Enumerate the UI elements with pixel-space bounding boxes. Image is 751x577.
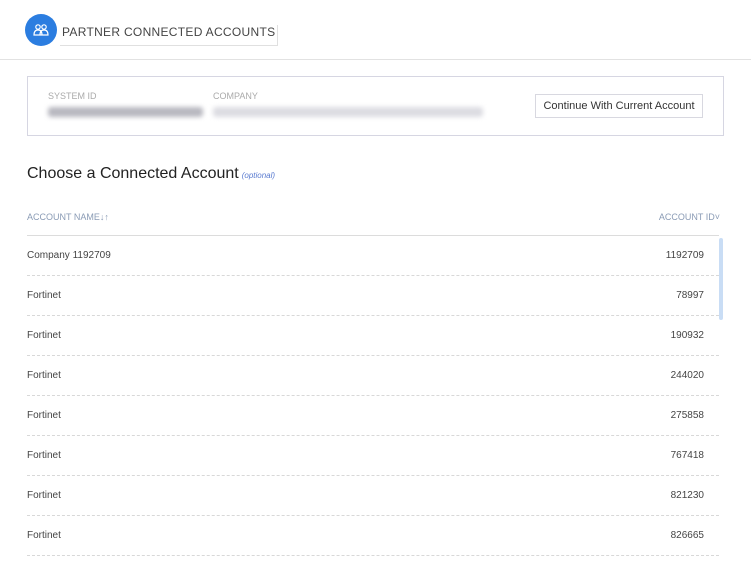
account-id: 275858 — [670, 410, 704, 421]
account-id: 190932 — [670, 330, 704, 341]
continue-current-account-button[interactable]: Continue With Current Account — [535, 94, 703, 118]
table-row[interactable]: Fortinet 821230 — [27, 476, 719, 516]
account-name: Fortinet — [27, 490, 61, 501]
table-row[interactable]: Fortinet 275858 — [27, 396, 719, 436]
table-row[interactable]: Fortinet 78997 — [27, 276, 719, 316]
company-value-redacted — [213, 107, 483, 117]
table-row[interactable]: Company 1192709 1192709 — [27, 236, 719, 276]
account-name: Company 1192709 — [27, 250, 111, 261]
account-id: 244020 — [670, 370, 704, 381]
table-row[interactable]: Fortinet 767418 — [27, 436, 719, 476]
account-name: Fortinet — [27, 290, 61, 301]
account-name: Fortinet — [27, 530, 61, 541]
optional-tag: (optional) — [241, 171, 276, 180]
table-row[interactable]: Fortinet 190932 — [27, 316, 719, 356]
table-row[interactable]: Fortinet 244020 — [27, 356, 719, 396]
people-group-icon — [25, 14, 57, 46]
current-account-card: SYSTEM ID COMPANY Continue With Current … — [27, 76, 724, 136]
system-id-label: SYSTEM ID — [48, 91, 97, 101]
company-label: COMPANY — [213, 91, 258, 101]
account-id: 821230 — [670, 490, 704, 501]
system-id-value-redacted — [48, 107, 203, 117]
account-name: Fortinet — [27, 410, 61, 421]
scrollbar-thumb[interactable] — [719, 238, 723, 320]
accounts-table: Company 1192709 1192709 Fortinet 78997 Forti… — [27, 235, 719, 556]
section-title: Choose a Connected Account — [27, 165, 239, 182]
account-id: 826665 — [670, 530, 704, 541]
account-id: 78997 — [676, 290, 704, 301]
page-header: PARTNER CONNECTED ACCOUNTS — [0, 0, 751, 60]
account-name: Fortinet — [27, 450, 61, 461]
column-header-account-id[interactable]: ACCOUNT ID˅ — [659, 212, 720, 222]
account-id: 1192709 — [665, 250, 704, 261]
section-heading: Choose a Connected Account (optional) — [27, 165, 275, 183]
table-row[interactable]: Fortinet 826665 — [27, 516, 719, 556]
account-name: Fortinet — [27, 330, 61, 341]
column-header-account-name[interactable]: ACCOUNT NAME↓↑ — [27, 212, 109, 222]
page-title: PARTNER CONNECTED ACCOUNTS — [60, 25, 279, 46]
account-id: 767418 — [670, 450, 704, 461]
account-name: Fortinet — [27, 370, 61, 381]
